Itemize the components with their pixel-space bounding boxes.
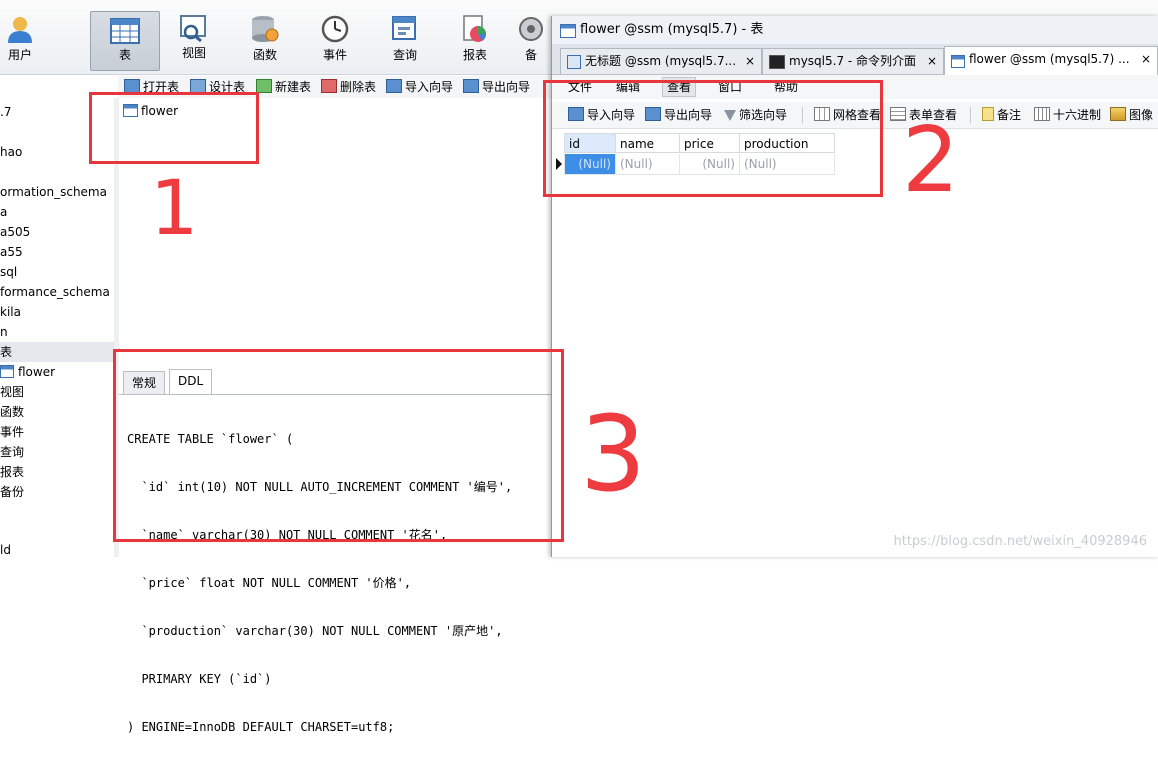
tab-command-line[interactable]: mysql5.7 - 命令列介面 ×: [762, 48, 944, 74]
nav-item[interactable]: .7: [0, 102, 11, 122]
clock-icon: [321, 15, 349, 43]
toolbar-event-label: 事件: [322, 48, 347, 62]
delete-table-button[interactable]: 删除表: [321, 78, 376, 96]
nav-item[interactable]: formance_schema: [0, 282, 110, 302]
table-icon: [951, 55, 965, 68]
hex-button[interactable]: 十六进制: [1034, 106, 1101, 124]
toolbar-table-label: 表: [118, 48, 131, 62]
import-wizard-label: 导入向导: [405, 80, 454, 94]
image-button[interactable]: 图像: [1110, 106, 1153, 124]
window-tabs: 无标题 @ssm (mysql5.7... × mysql5.7 - 命令列介面…: [552, 44, 1158, 75]
toolbar-query-label: 查询: [392, 48, 417, 62]
query-icon: [567, 55, 581, 69]
open-table-icon: [124, 79, 140, 93]
delete-table-label: 删除表: [340, 80, 377, 94]
toolbar-view-label: 视图: [181, 46, 206, 60]
close-icon[interactable]: ×: [745, 49, 755, 74]
toolbar-table-button[interactable]: 表: [90, 11, 160, 71]
import-wizard-button[interactable]: 导入向导: [386, 78, 453, 96]
nav-item-functions[interactable]: 函数: [0, 402, 24, 422]
toolbar-event-button[interactable]: 事件: [301, 8, 369, 70]
tab-flower-table[interactable]: flower @ssm (mysql5.7) ... ×: [944, 46, 1158, 75]
new-table-label: 新建表: [275, 80, 312, 94]
annotation-label-3: 3: [580, 393, 647, 515]
toolbar-report-button[interactable]: 报表: [441, 8, 509, 70]
terminal-icon: [769, 55, 785, 69]
table-icon: [0, 365, 14, 378]
annotation-label-2: 2: [902, 108, 960, 213]
nav-item[interactable]: kila: [0, 302, 21, 322]
design-table-icon: [190, 79, 206, 93]
toolbar-user-label: 用户: [7, 48, 32, 62]
ddl-line: `production` varchar(30) NOT NULL COMMEN…: [127, 624, 503, 638]
user-icon: [8, 17, 32, 43]
nav-item[interactable]: a55: [0, 242, 23, 262]
toolbar-function-button[interactable]: 函数: [231, 8, 299, 70]
import-icon: [386, 79, 402, 93]
nav-item[interactable]: sql: [0, 262, 17, 282]
nav-item[interactable]: ormation_schema: [0, 182, 107, 202]
nav-item-views[interactable]: 视图: [0, 382, 24, 402]
memo-button[interactable]: 备注: [982, 106, 1021, 124]
window-title-bar[interactable]: flower @ssm (mysql5.7) - 表: [552, 16, 1158, 44]
nav-item-tables[interactable]: 表: [0, 342, 114, 362]
annotation-box-3: [113, 349, 564, 542]
nav-item[interactable]: ld: [0, 540, 11, 557]
nav-item[interactable]: a505: [0, 222, 30, 242]
export-wizard-button[interactable]: 导出向导: [463, 78, 530, 96]
nav-item-backups[interactable]: 备份: [0, 482, 24, 502]
export-icon: [463, 79, 479, 93]
nav-item[interactable]: a: [0, 202, 7, 222]
export-wizard-label: 导出向导: [482, 80, 531, 94]
query-icon: [392, 16, 416, 40]
nav-item-events[interactable]: 事件: [0, 422, 24, 442]
new-table-icon: [256, 79, 272, 93]
nav-item-reports[interactable]: 报表: [0, 462, 24, 482]
toolbar-backup-button[interactable]: 备: [511, 8, 551, 70]
memo-icon: [982, 107, 994, 121]
nav-item-flower[interactable]: flower: [0, 362, 55, 382]
annotation-box-1: [89, 92, 259, 164]
watermark: https://blog.csdn.net/weixin_40928946: [893, 534, 1147, 549]
view-icon: [180, 15, 206, 42]
annotation-box-2: [543, 80, 883, 197]
annotation-label-1: 1: [150, 163, 199, 252]
table-icon: [110, 18, 140, 44]
connection-tree: .7 hao ormation_schema a a505 a55 sql fo…: [0, 98, 115, 557]
nav-item-queries[interactable]: 查询: [0, 442, 24, 462]
close-icon[interactable]: ×: [1141, 47, 1151, 72]
ddl-line: `price` float NOT NULL COMMENT '价格',: [127, 576, 412, 590]
toolbar-backup-label: 备: [524, 48, 537, 62]
table-icon: [560, 24, 576, 38]
ddl-line: PRIMARY KEY (`id`): [127, 672, 272, 686]
image-icon: [1110, 107, 1126, 121]
toolbar-view-button[interactable]: 视图: [160, 8, 228, 70]
toolbar-user-button[interactable]: 用户: [0, 8, 54, 70]
tab-untitled-query[interactable]: 无标题 @ssm (mysql5.7... ×: [560, 48, 762, 74]
toolbar-query-button[interactable]: 查询: [371, 8, 439, 70]
toolbar-function-label: 函数: [252, 48, 277, 62]
delete-table-icon: [321, 79, 337, 93]
report-icon: [463, 15, 487, 42]
backup-icon: [519, 17, 543, 41]
hex-icon: [1034, 107, 1050, 121]
ddl-line: ) ENGINE=InnoDB DEFAULT CHARSET=utf8;: [127, 720, 395, 734]
toolbar-report-label: 报表: [462, 48, 487, 62]
close-icon[interactable]: ×: [927, 49, 937, 74]
nav-item[interactable]: n: [0, 322, 8, 342]
nav-item[interactable]: hao: [0, 142, 22, 162]
function-icon: [252, 16, 279, 42]
window-title: flower @ssm (mysql5.7) - 表: [580, 22, 764, 37]
new-table-button[interactable]: 新建表: [256, 78, 311, 96]
